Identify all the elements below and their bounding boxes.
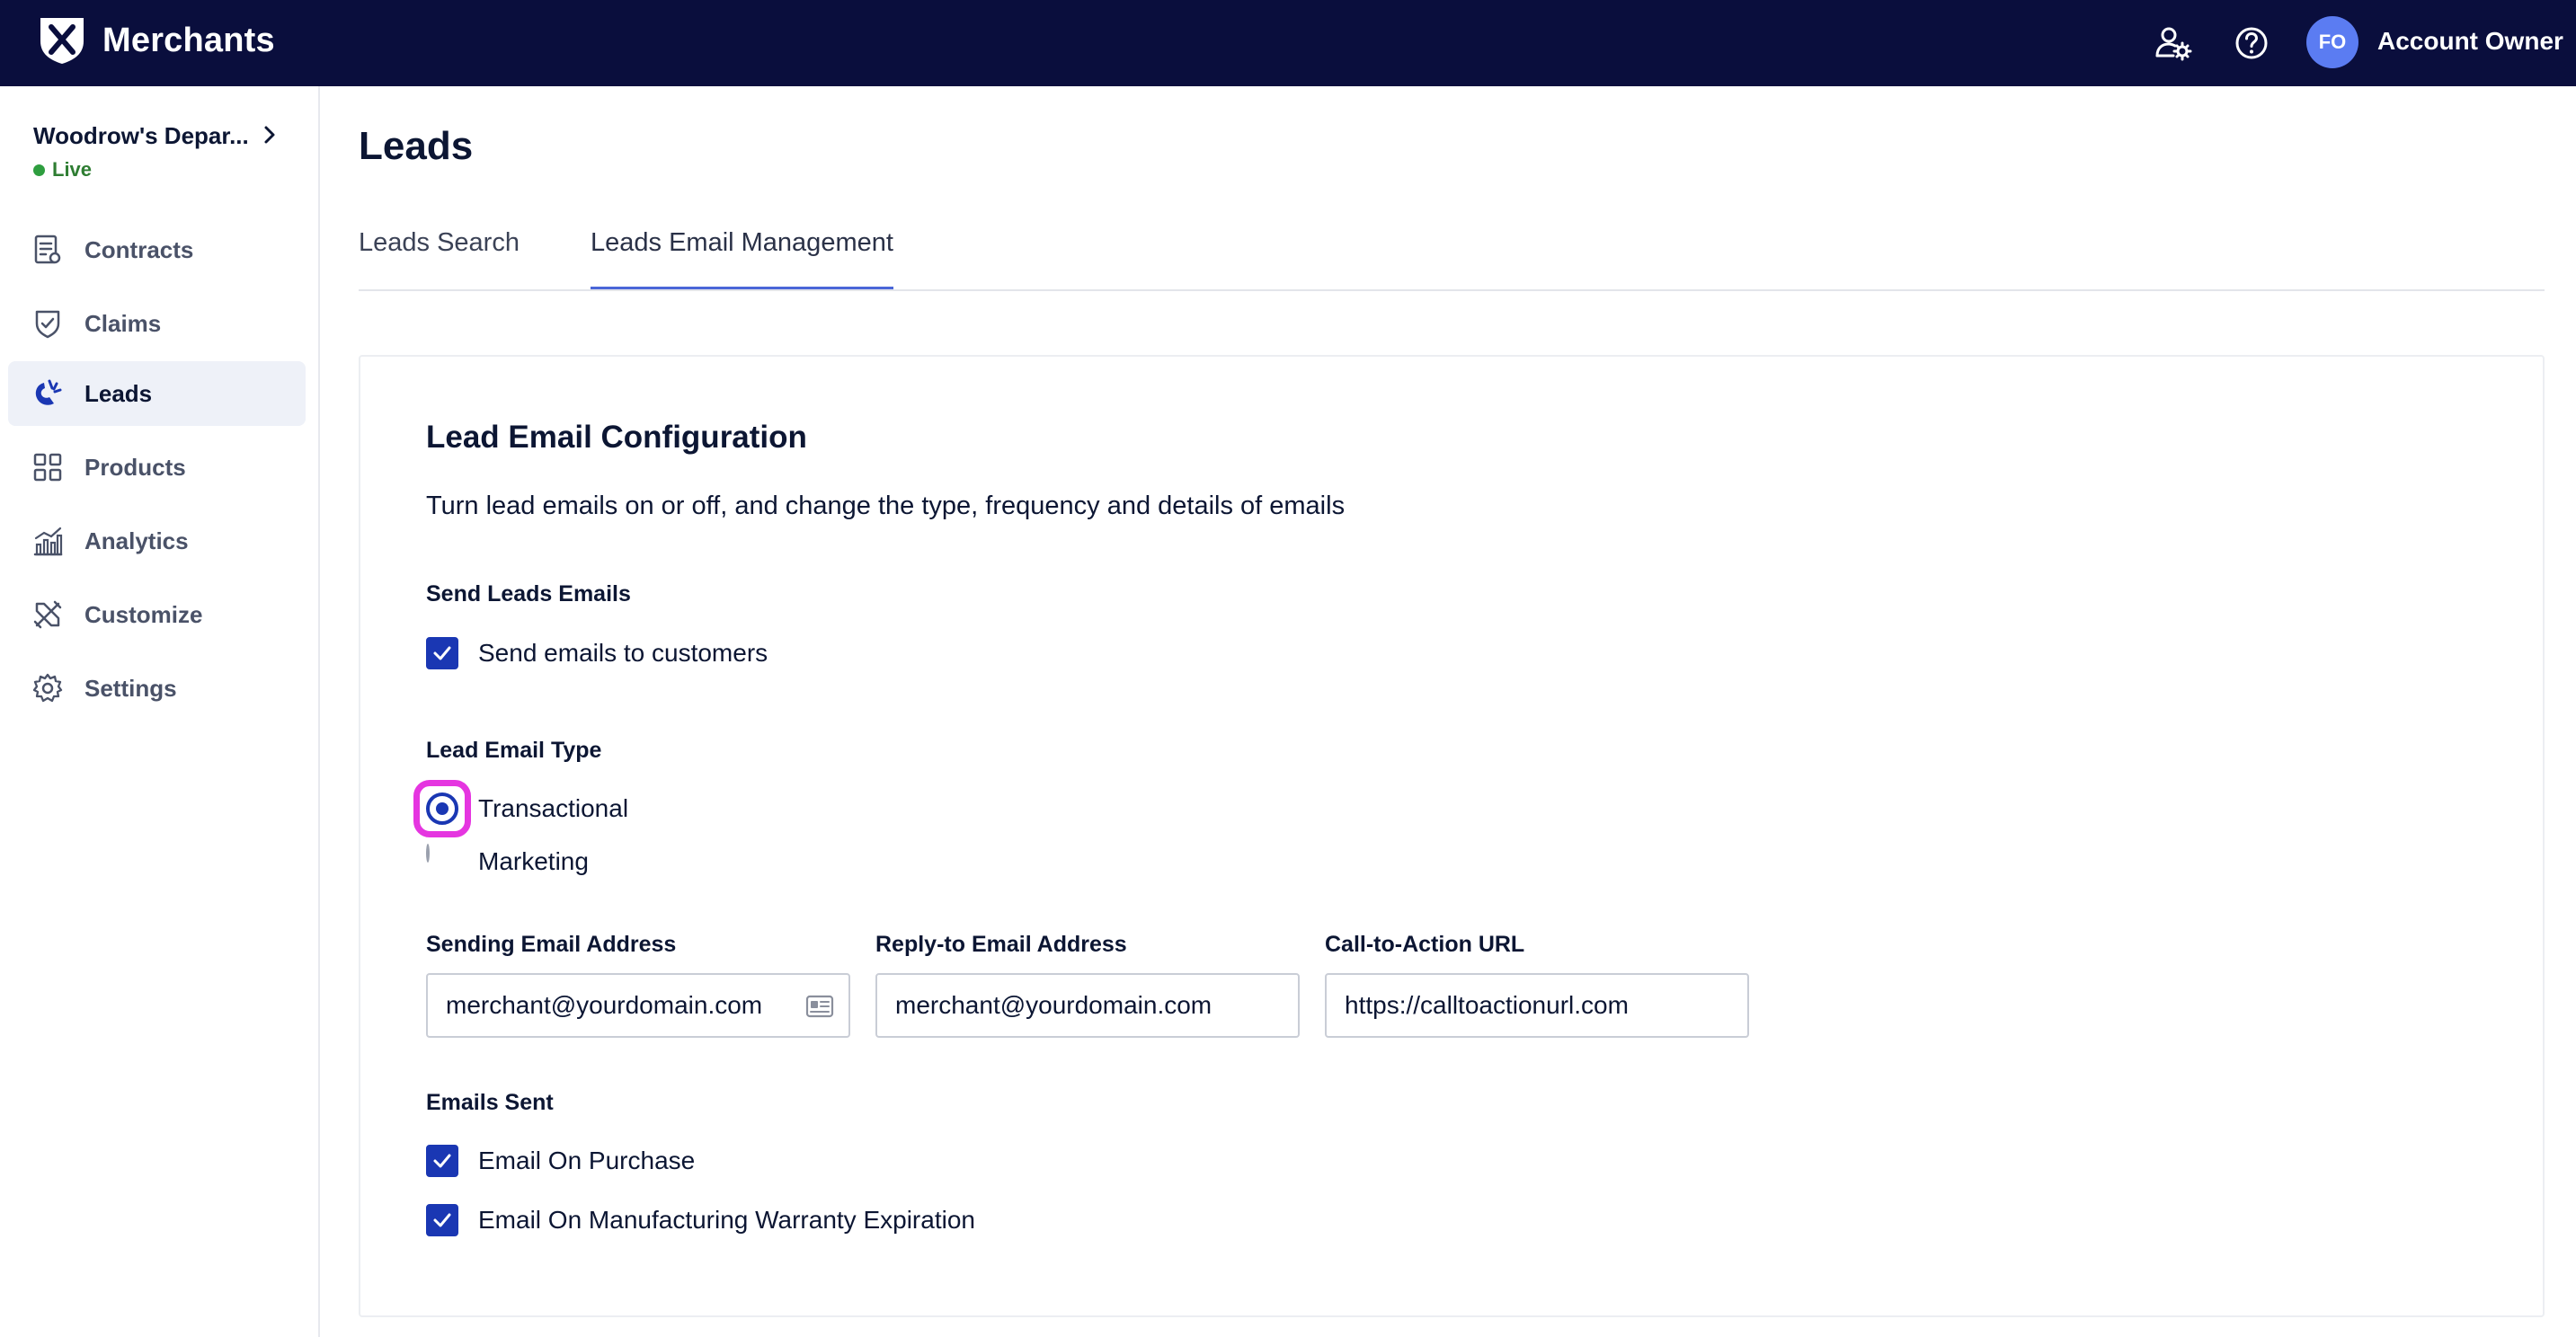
sending-email-input[interactable]	[446, 991, 831, 1020]
store-selector[interactable]: Woodrow's Depar...	[33, 122, 249, 150]
email-on-purchase-row[interactable]: Email On Purchase	[426, 1145, 695, 1177]
cta-url-label: Call-to-Action URL	[1325, 932, 1525, 957]
sidebar-item-customize[interactable]: Customize	[8, 582, 306, 647]
grid-icon	[33, 453, 62, 482]
radio-marketing[interactable]	[426, 844, 458, 878]
card-description: Turn lead emails on or off, and change t…	[426, 491, 1346, 520]
live-status-dot	[33, 164, 45, 176]
brand-name[interactable]: Merchants	[102, 22, 275, 60]
sidebar-item-analytics[interactable]: Analytics	[8, 509, 306, 573]
brand-logo-icon[interactable]	[38, 14, 86, 65]
store-status-label: Live	[52, 158, 93, 181]
email-on-purchase-label: Email On Purchase	[478, 1147, 696, 1174]
email-on-warranty-expiration-label: Email On Manufacturing Warranty Expirati…	[478, 1206, 975, 1234]
magnet-icon	[35, 379, 62, 405]
checkmark-icon	[433, 646, 451, 660]
sidebar-item-claims[interactable]: Claims	[8, 291, 306, 356]
send-emails-checkbox-row[interactable]: Send emails to customers	[426, 637, 768, 669]
avatar[interactable]: FO	[2306, 16, 2358, 68]
account-name[interactable]: Account Owner	[2377, 27, 2563, 56]
send-emails-checkbox[interactable]	[426, 637, 458, 669]
page-title: Leads	[359, 124, 474, 168]
reply-to-email-input[interactable]	[895, 991, 1280, 1020]
sidebar-item-label: Claims	[84, 309, 162, 337]
sending-email-label: Sending Email Address	[426, 932, 677, 957]
sidebar-item-label: Analytics	[84, 527, 189, 554]
shield-icon	[35, 310, 60, 339]
sidebar-item-label: Customize	[84, 600, 203, 628]
contract-icon	[34, 235, 61, 264]
radio-transactional[interactable]	[413, 780, 471, 837]
tools-icon	[33, 600, 62, 629]
sidebar-item-contracts[interactable]: Contracts	[8, 217, 306, 282]
bar-chart-icon	[33, 527, 63, 556]
tab-leads-search[interactable]: Leads Search	[359, 228, 520, 287]
top-navbar: Merchants FO Account Owner	[0, 0, 2576, 86]
sidebar-item-products[interactable]: Products	[8, 435, 306, 500]
radio-transactional-row[interactable]: Transactional	[413, 780, 629, 837]
radio-circle	[426, 844, 430, 863]
help-icon[interactable]	[2230, 22, 2273, 65]
reply-to-email-label: Reply-to Email Address	[875, 932, 1127, 957]
radio-transactional-label: Transactional	[478, 794, 629, 822]
email-on-warranty-expiration-checkbox[interactable]	[426, 1204, 458, 1236]
sending-email-field[interactable]	[426, 973, 850, 1038]
gear-icon	[32, 673, 63, 703]
sidebar-item-leads[interactable]: Leads	[8, 361, 306, 426]
sidebar: Woodrow's Depar... Live Contracts Claims…	[0, 86, 320, 1337]
sidebar-item-settings[interactable]: Settings	[8, 656, 306, 721]
chevron-right-icon[interactable]	[261, 124, 279, 146]
reply-to-email-field[interactable]	[875, 973, 1300, 1038]
emails-sent-label: Emails Sent	[426, 1090, 554, 1115]
sidebar-item-label: Contracts	[84, 235, 194, 263]
send-leads-emails-label: Send Leads Emails	[426, 581, 631, 607]
tab-bar: Leads Search Leads Email Management	[359, 207, 2545, 291]
cta-url-field[interactable]	[1325, 973, 1749, 1038]
card-title: Lead Email Configuration	[426, 420, 807, 455]
focus-ring	[413, 780, 471, 837]
radio-marketing-label: Marketing	[478, 847, 589, 875]
email-on-warranty-expiration-row[interactable]: Email On Manufacturing Warranty Expirati…	[426, 1204, 975, 1236]
contact-card-icon[interactable]	[805, 995, 834, 1018]
sidebar-item-label: Leads	[84, 379, 153, 407]
sidebar-item-label: Products	[84, 453, 186, 481]
tab-leads-email-management[interactable]: Leads Email Management	[591, 228, 893, 289]
send-emails-label: Send emails to customers	[478, 639, 768, 667]
email-on-purchase-checkbox[interactable]	[426, 1145, 458, 1177]
checkmark-icon	[433, 1154, 451, 1168]
user-settings-icon[interactable]	[2152, 22, 2195, 65]
sidebar-item-label: Settings	[84, 674, 177, 702]
store-status: Live	[33, 158, 92, 182]
radio-marketing-row[interactable]: Marketing	[426, 844, 589, 878]
lead-email-type-label: Lead Email Type	[426, 738, 602, 763]
cta-url-input[interactable]	[1345, 991, 1729, 1020]
checkmark-icon	[433, 1213, 451, 1227]
lead-email-config-card: Lead Email Configuration Turn lead email…	[359, 355, 2545, 1317]
